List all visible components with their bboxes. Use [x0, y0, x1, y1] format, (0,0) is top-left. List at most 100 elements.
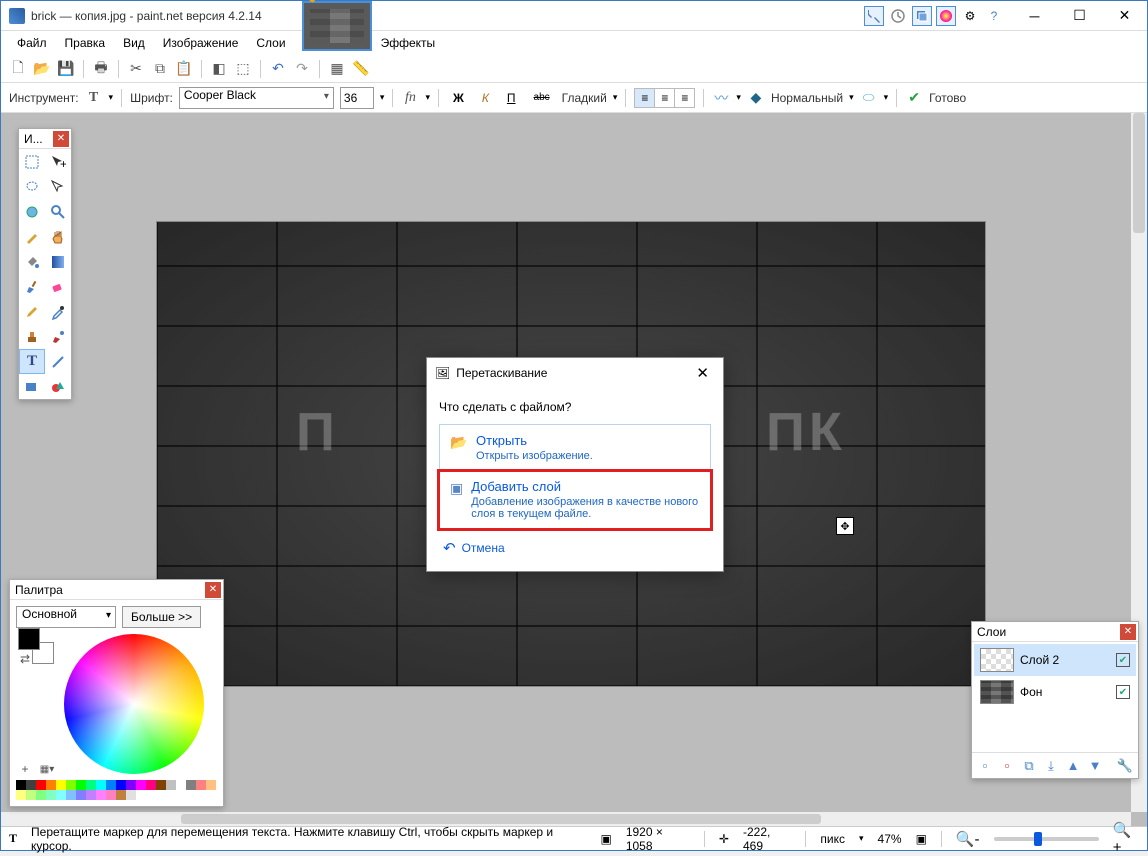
swatch[interactable]	[76, 780, 86, 790]
swatch[interactable]	[116, 790, 126, 800]
tool-clone-stamp[interactable]	[19, 324, 45, 349]
tool-pan[interactable]	[45, 224, 71, 249]
ruler-icon[interactable]: 📏	[352, 60, 370, 78]
dialog-header[interactable]: 🖼 Перетаскивание ✕	[427, 358, 723, 388]
unit-select[interactable]: пикс	[820, 832, 845, 846]
swatch[interactable]	[86, 790, 96, 800]
layer-item[interactable]: Фон ✔	[974, 676, 1136, 708]
menu-layers[interactable]: Слои	[248, 33, 293, 53]
layers-window[interactable]: Слои ✕ Слой 2 ✔ Фон ✔ ▫ ▫ ⧉ ⤓ ▲ ▼ 🔧	[971, 621, 1139, 779]
menu-file[interactable]: Файл	[9, 33, 55, 53]
move-down-icon[interactable]: ▼	[1086, 757, 1104, 775]
settings-icon[interactable]: ⚙	[960, 6, 980, 26]
swatch[interactable]	[146, 780, 156, 790]
font-metrics-icon[interactable]: fn	[401, 89, 419, 107]
open-file-icon[interactable]: 📂	[33, 60, 51, 78]
antialias-label[interactable]: Гладкий	[562, 91, 607, 105]
tool-move-selection[interactable]: +	[45, 149, 71, 174]
menu-view[interactable]: Вид	[115, 33, 153, 53]
align-left-button[interactable]: ≡	[635, 89, 655, 107]
tool-ellipse-select[interactable]	[19, 199, 45, 224]
tool-pencil[interactable]	[19, 299, 45, 324]
swatch[interactable]	[106, 780, 116, 790]
redo-icon[interactable]: ↷	[293, 60, 311, 78]
swatch[interactable]	[66, 780, 76, 790]
tool-magic-wand[interactable]	[19, 224, 45, 249]
merge-down-icon[interactable]: ⤓	[1042, 757, 1060, 775]
grid-icon[interactable]: ▦	[328, 60, 346, 78]
palette-window[interactable]: Палитра ✕ Основной Больше >> ⇄ + ▦▾	[9, 579, 224, 807]
swap-colors-icon[interactable]: ⇄	[20, 652, 30, 666]
tool-color-picker[interactable]	[45, 299, 71, 324]
swatch[interactable]	[36, 780, 46, 790]
align-center-button[interactable]: ≡	[655, 89, 675, 107]
menu-edit[interactable]: Правка	[57, 33, 114, 53]
cut-icon[interactable]: ✂	[127, 60, 145, 78]
tool-eraser[interactable]	[45, 274, 71, 299]
print-icon[interactable]: 🖶	[92, 60, 110, 78]
zoom-fit-icon[interactable]: ▣	[916, 832, 927, 846]
layer-visibility-checkbox[interactable]: ✔	[1116, 653, 1130, 667]
more-button[interactable]: Больше >>	[122, 606, 201, 628]
blend-mode-label[interactable]: Нормальный	[771, 91, 843, 105]
bold-button[interactable]: Ж	[447, 88, 470, 108]
swatch[interactable]	[36, 790, 46, 800]
swatch[interactable]	[196, 780, 206, 790]
tools-window-close[interactable]: ✕	[53, 131, 69, 147]
menu-image[interactable]: Изображение	[155, 33, 247, 53]
tool-shapes-rect[interactable]	[19, 374, 45, 399]
swatch[interactable]	[56, 790, 66, 800]
foreground-swatch[interactable]	[18, 628, 40, 650]
color-wheel[interactable]	[64, 634, 204, 774]
layers-window-header[interactable]: Слои ✕	[972, 622, 1138, 642]
dialog-option-open[interactable]: 📂 Открыть Открыть изображение.	[439, 424, 711, 471]
document-thumbnail[interactable]: ✸	[302, 1, 372, 51]
menu-effects[interactable]: Эффекты	[373, 33, 444, 53]
zoom-out-icon[interactable]: 🔍-	[956, 830, 980, 848]
swatch[interactable]	[186, 780, 196, 790]
delete-layer-icon[interactable]: ▫	[998, 757, 1016, 775]
close-button[interactable]: ✕	[1102, 1, 1147, 31]
maximize-button[interactable]: ☐	[1057, 1, 1102, 31]
tool-text[interactable]: T	[19, 349, 45, 374]
antialias-mode-icon[interactable]: 〰	[712, 89, 730, 107]
crop-icon[interactable]: ◧	[210, 60, 228, 78]
layers-window-close[interactable]: ✕	[1120, 624, 1136, 640]
swatch[interactable]	[46, 780, 56, 790]
swatch[interactable]	[56, 780, 66, 790]
tool-recolor[interactable]	[45, 324, 71, 349]
layer-visibility-checkbox[interactable]: ✔	[1116, 685, 1130, 699]
undo-icon[interactable]: ↶	[269, 60, 287, 78]
swatch[interactable]	[126, 780, 136, 790]
dialog-option-add-layer[interactable]: ▣ Добавить слой Добавление изображения в…	[439, 471, 711, 529]
add-swatch-icon[interactable]: +	[16, 760, 34, 778]
blend-fill-icon[interactable]: ◆	[747, 89, 765, 107]
swatch[interactable]	[126, 790, 136, 800]
copy-icon[interactable]: ⧉	[151, 60, 169, 78]
swatch[interactable]	[66, 790, 76, 800]
paste-icon[interactable]: 📋	[175, 60, 193, 78]
swatch[interactable]	[86, 780, 96, 790]
swatch[interactable]	[136, 780, 146, 790]
add-layer-icon[interactable]: ▫	[976, 757, 994, 775]
colors-toggle-icon[interactable]	[936, 6, 956, 26]
font-size-input[interactable]	[340, 87, 374, 109]
tools-window-header[interactable]: И... ✕	[19, 129, 71, 149]
minimize-button[interactable]: ─	[1012, 1, 1057, 31]
tools-toggle-icon[interactable]	[864, 6, 884, 26]
italic-button[interactable]: К	[476, 88, 495, 108]
tool-rect-select[interactable]	[19, 149, 45, 174]
palette-window-close[interactable]: ✕	[205, 582, 221, 598]
underline-button[interactable]: П	[501, 88, 522, 108]
finish-button[interactable]: Готово	[929, 91, 966, 105]
swatch[interactable]	[76, 790, 86, 800]
align-right-button[interactable]: ≡	[675, 89, 694, 107]
selection-clip-icon[interactable]: ⬭	[860, 89, 878, 107]
swatch[interactable]	[116, 780, 126, 790]
tool-paint-bucket[interactable]	[19, 249, 45, 274]
duplicate-layer-icon[interactable]: ⧉	[1020, 757, 1038, 775]
swatch[interactable]	[206, 780, 216, 790]
tool-shapes[interactable]	[45, 374, 71, 399]
swatch[interactable]	[166, 780, 176, 790]
strike-button[interactable]: abc	[528, 89, 556, 106]
